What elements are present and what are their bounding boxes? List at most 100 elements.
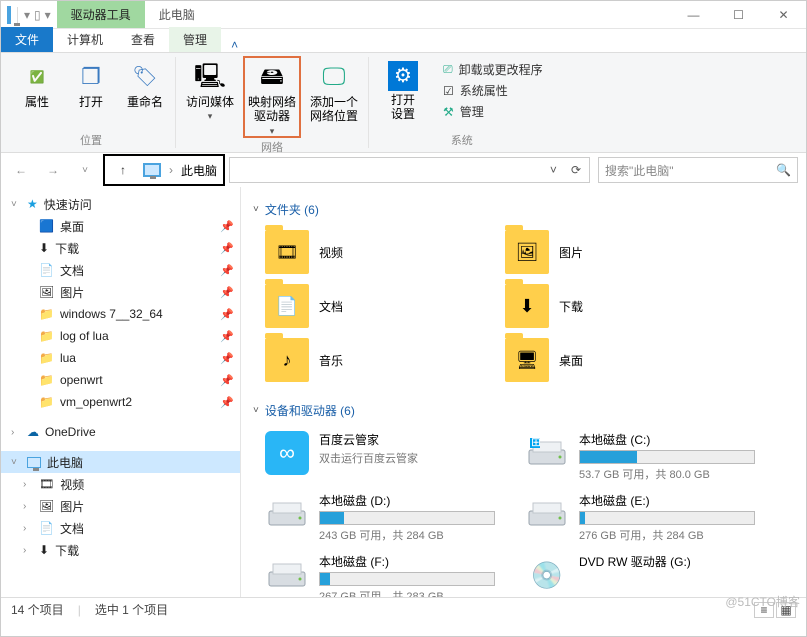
- app-icon: ∞: [265, 431, 309, 475]
- drive-item[interactable]: 本地磁盘 (D:)243 GB 可用，共 284 GB: [265, 492, 495, 543]
- group-label: 位置: [80, 130, 102, 148]
- sidebar-onedrive[interactable]: ›☁OneDrive: [1, 421, 240, 443]
- path-dropdown-icon[interactable]: ˅: [546, 163, 561, 177]
- folder-icon: 📄: [265, 284, 309, 328]
- maximize-button[interactable]: ☐: [716, 1, 761, 29]
- folder-icon: 🎞: [39, 477, 54, 491]
- thispc-icon: [143, 163, 161, 177]
- tab-manage[interactable]: 管理: [169, 27, 221, 52]
- drive-item[interactable]: ⊞本地磁盘 (C:)53.7 GB 可用，共 80.0 GB: [525, 431, 755, 482]
- folder-icon: 📄: [39, 521, 54, 535]
- pin-icon: 📌: [220, 396, 234, 409]
- tab-file[interactable]: 文件: [1, 27, 53, 52]
- manage-button[interactable]: ⚒管理: [443, 103, 543, 120]
- back-button[interactable]: ←: [9, 158, 33, 182]
- search-input[interactable]: 搜索"此电脑" 🔍: [598, 157, 798, 183]
- system-properties-button[interactable]: ☑系统属性: [443, 82, 543, 99]
- folder-icon: ⬇: [505, 284, 549, 328]
- sidebar-item[interactable]: 📄文档📌: [1, 259, 240, 281]
- add-network-location-button[interactable]: 🖵添加一个 网络位置: [306, 57, 362, 137]
- drive-item-baidu[interactable]: ∞百度云管家双击运行百度云管家: [265, 431, 495, 482]
- qat-dropdown-icon[interactable]: ▾: [24, 8, 30, 22]
- titlebar: ▾ ▯ ▾ 驱动器工具 此电脑 ― ☐ ✕: [1, 1, 806, 29]
- breadcrumb[interactable]: 此电脑: [181, 162, 217, 179]
- folder-icon: 🎞: [265, 230, 309, 274]
- drive-item[interactable]: 💿DVD RW 驱动器 (G:): [525, 553, 755, 597]
- sidebar-item[interactable]: ›🎞视频: [1, 473, 240, 495]
- folder-item[interactable]: ♪音乐: [265, 338, 465, 382]
- close-button[interactable]: ✕: [761, 1, 806, 29]
- uninstall-programs-button[interactable]: ⎚卸载或更改程序: [443, 61, 543, 78]
- drives-section-header[interactable]: ˅设备和驱动器 (6): [253, 396, 794, 425]
- pin-icon: 📌: [220, 308, 234, 321]
- tab-view[interactable]: 查看: [117, 27, 169, 52]
- folder-item[interactable]: 📄文档: [265, 284, 465, 328]
- folder-icon: 📄: [39, 263, 54, 277]
- ribbon-group-network: 🖳访问媒体▾ 🖴映射网络 驱动器▾ 🖵添加一个 网络位置 网络: [176, 57, 369, 148]
- drive-icon: [525, 492, 569, 536]
- minimize-button[interactable]: ―: [671, 1, 716, 29]
- folder-item[interactable]: 🖥桌面: [505, 338, 705, 382]
- pin-icon: 📌: [220, 242, 234, 255]
- folders-grid: 🎞视频 🖼图片 📄文档 ⬇下载 ♪音乐 🖥桌面: [253, 224, 794, 396]
- contextual-tab-header: 驱动器工具: [57, 1, 145, 28]
- pin-icon: 📌: [220, 330, 234, 343]
- drive-item[interactable]: 本地磁盘 (F:)267 GB 可用，共 283 GB: [265, 553, 495, 597]
- pin-icon: 📌: [220, 374, 234, 387]
- sidebar-thispc[interactable]: ˅此电脑: [1, 451, 240, 473]
- sidebar-item[interactable]: ›⬇下载: [1, 539, 240, 561]
- open-settings-button[interactable]: ⚙打开 设置: [375, 57, 431, 130]
- recent-locations-icon[interactable]: ˅: [73, 158, 97, 182]
- drive-icon: [265, 553, 309, 597]
- tab-computer[interactable]: 计算机: [53, 27, 117, 52]
- body: ˅★快速访问 🟦桌面📌⬇下载📌📄文档📌🖼图片📌📁windows 7__32_64…: [1, 187, 806, 597]
- qat-item[interactable]: ▯: [34, 8, 41, 22]
- folders-section-header[interactable]: ˅文件夹 (6): [253, 195, 794, 224]
- ribbon-group-location: ✅属性 ❐打开 🏷重命名 位置: [7, 57, 176, 148]
- ribbon-collapse-icon[interactable]: ˄: [221, 38, 248, 52]
- drives-grid: ∞百度云管家双击运行百度云管家 ⊞本地磁盘 (C:)53.7 GB 可用，共 80…: [253, 425, 794, 597]
- map-network-drive-button[interactable]: 🖴映射网络 驱动器▾: [244, 57, 300, 137]
- sidebar-item[interactable]: 🟦桌面📌: [1, 215, 240, 237]
- drive-item[interactable]: 本地磁盘 (E:)276 GB 可用，共 284 GB: [525, 492, 755, 543]
- folder-icon: 📁: [39, 307, 54, 321]
- manage-icon: ⚒: [443, 105, 454, 119]
- quick-access-toolbar: ▾ ▯ ▾: [1, 7, 57, 23]
- forward-button[interactable]: →: [41, 158, 65, 182]
- up-button[interactable]: ↑: [111, 158, 135, 182]
- rename-button[interactable]: 🏷重命名: [121, 57, 169, 130]
- qat-overflow-icon[interactable]: ▾: [45, 8, 51, 22]
- sidebar: ˅★快速访问 🟦桌面📌⬇下载📌📄文档📌🖼图片📌📁windows 7__32_64…: [1, 187, 241, 597]
- content-area: ˅文件夹 (6) 🎞视频🖼图片📄文档⬇下载♪音乐🖥桌面 ˅设备和驱动器 (6) …: [241, 187, 806, 597]
- folder-icon: 📁: [39, 373, 54, 387]
- pin-icon: 📌: [220, 286, 234, 299]
- sidebar-item[interactable]: 📁vm_openwrt2📌: [1, 391, 240, 413]
- sidebar-item[interactable]: ⬇下载📌: [1, 237, 240, 259]
- sidebar-item[interactable]: 📁openwrt📌: [1, 369, 240, 391]
- sidebar-item[interactable]: ›🖼图片: [1, 495, 240, 517]
- path-box[interactable]: ˅ ⟳: [229, 157, 590, 183]
- open-button[interactable]: ❐打开: [67, 57, 115, 130]
- sidebar-quick-access[interactable]: ˅★快速访问: [1, 193, 240, 215]
- sidebar-item[interactable]: 📁log of lua📌: [1, 325, 240, 347]
- sidebar-item[interactable]: ›📄文档: [1, 517, 240, 539]
- uninstall-icon: ⎚: [443, 62, 453, 77]
- ribbon-group-system: ⚙打开 设置 ⎚卸载或更改程序 ☑系统属性 ⚒管理 系统: [369, 57, 555, 148]
- properties-button[interactable]: ✅属性: [13, 57, 61, 130]
- drive-icon: ⊞: [525, 431, 569, 475]
- address-highlight: ↑ › 此电脑: [105, 156, 223, 184]
- access-media-button[interactable]: 🖳访问媒体▾: [182, 57, 238, 137]
- folder-item[interactable]: ⬇下载: [505, 284, 705, 328]
- folder-item[interactable]: 🎞视频: [265, 230, 465, 274]
- search-icon: 🔍: [776, 163, 791, 177]
- pin-icon: 📌: [220, 220, 234, 233]
- item-count: 14 个项目: [11, 601, 64, 618]
- pin-icon: 📌: [220, 264, 234, 277]
- folder-icon: 📁: [39, 395, 54, 409]
- drive-icon: [265, 492, 309, 536]
- sidebar-item[interactable]: 📁lua📌: [1, 347, 240, 369]
- refresh-icon[interactable]: ⟳: [567, 163, 585, 177]
- folder-item[interactable]: 🖼图片: [505, 230, 705, 274]
- sidebar-item[interactable]: 📁windows 7__32_64📌: [1, 303, 240, 325]
- sidebar-item[interactable]: 🖼图片📌: [1, 281, 240, 303]
